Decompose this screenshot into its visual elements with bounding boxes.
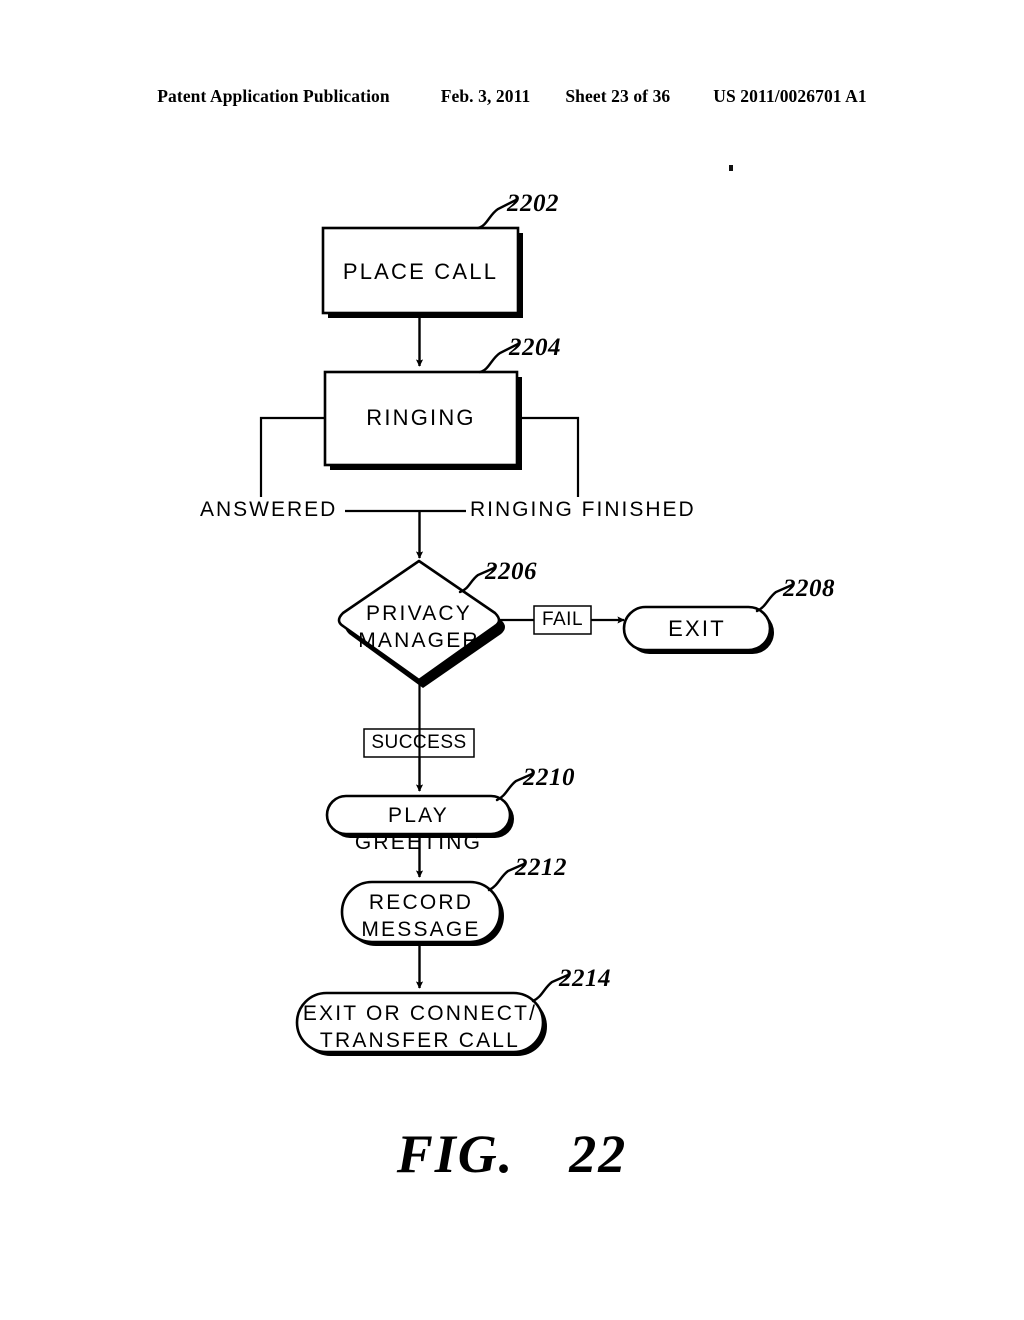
reference-numeral-2204: 2204 [509,334,561,361]
edge-label-ringing-finished: RINGING FINISHED [470,498,696,521]
reference-numeral-2206: 2206 [485,558,537,585]
node-ringing [323,370,522,470]
edge-label-fail: FAIL [541,609,584,630]
node-record-message [340,880,504,946]
edge-label-success: SUCCESS [371,732,467,753]
node-exit-or-connect-transfer-call [295,991,547,1056]
reference-numeral-2214: 2214 [559,965,611,992]
edge-ringing-left-branch [259,416,325,497]
figure-caption: FIG. 22 [0,1123,1024,1185]
reference-numeral-2210: 2210 [523,764,575,791]
figure-caption-prefix: FIG. [396,1124,515,1184]
node-play-greeting [325,794,514,838]
edge-label-answered: ANSWERED [200,498,338,521]
reference-numeral-2202: 2202 [507,190,559,217]
reference-numeral-2208: 2208 [783,575,835,602]
node-exit [622,605,774,654]
node-privacy-manager [337,559,505,688]
edge-ringing-right-branch [517,416,580,497]
reference-numeral-2212: 2212 [515,854,567,881]
figure-caption-number: 22 [569,1124,628,1184]
node-place-call [321,226,523,318]
scan-speck [729,165,733,171]
